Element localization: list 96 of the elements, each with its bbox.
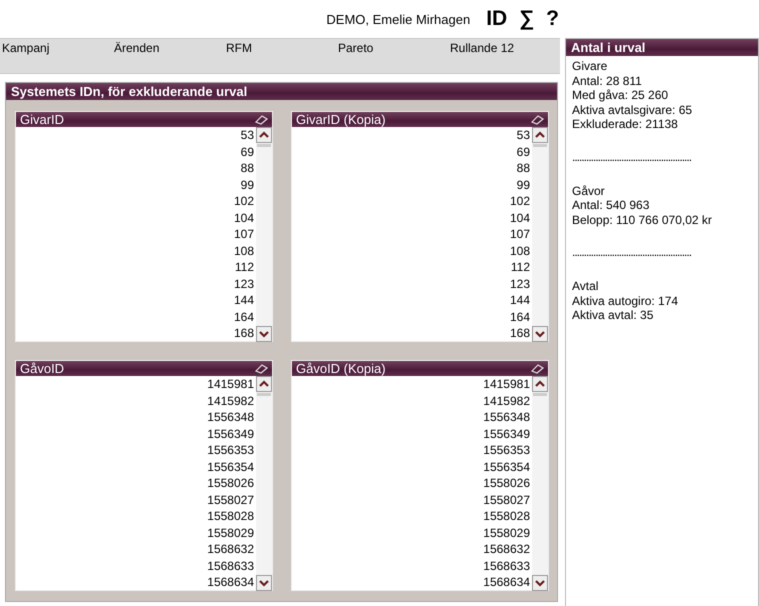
list-item[interactable]: 1556353 bbox=[207, 442, 254, 458]
list-item[interactable]: 1558027 bbox=[483, 492, 530, 508]
list-item[interactable]: 104 bbox=[234, 210, 254, 226]
list-item[interactable]: 69 bbox=[240, 144, 254, 160]
list-item[interactable]: 1568632 bbox=[483, 541, 530, 558]
list-item[interactable]: 1558026 bbox=[207, 475, 254, 492]
list-item[interactable]: 164 bbox=[234, 308, 254, 325]
list-item[interactable]: 123 bbox=[510, 276, 530, 292]
header-icon[interactable]: ∑ bbox=[519, 7, 534, 31]
list-item[interactable]: 1558027 bbox=[207, 492, 254, 508]
header-icon[interactable]: ID bbox=[486, 7, 508, 31]
stat-line: Belopp: 110 766 070,02 kr bbox=[571, 212, 713, 227]
stat-line: Avtal bbox=[571, 279, 600, 294]
list-item[interactable]: 108 bbox=[234, 242, 254, 259]
side-panel-title: Antal i urval bbox=[566, 39, 758, 56]
list-item[interactable]: 99 bbox=[516, 176, 530, 193]
stat-line: Aktiva autogiro: 174 bbox=[571, 294, 680, 308]
list-item[interactable]: 1568634 bbox=[483, 574, 530, 590]
stat-line: Aktiva avtalsgivare: 65 bbox=[571, 102, 694, 117]
scroll-down-icon[interactable] bbox=[259, 330, 269, 338]
list-item[interactable]: 102 bbox=[510, 193, 530, 210]
tab[interactable]: RFM bbox=[224, 39, 336, 73]
list-item[interactable]: 107 bbox=[234, 226, 254, 242]
stat-line: Aktiva avtal: 35 bbox=[571, 308, 654, 322]
list-item[interactable]: 53 bbox=[240, 127, 254, 144]
list-item[interactable]: 164 bbox=[510, 308, 530, 325]
list-item[interactable]: 144 bbox=[234, 292, 254, 308]
list-item[interactable]: 112 bbox=[234, 259, 254, 276]
list-item[interactable]: 99 bbox=[240, 176, 254, 193]
list-item[interactable]: 1568632 bbox=[207, 541, 254, 558]
list-title: GåvoID bbox=[20, 361, 64, 376]
list-item[interactable]: 102 bbox=[234, 193, 254, 210]
list-item[interactable]: 88 bbox=[516, 160, 530, 176]
tab[interactable]: Pareto bbox=[336, 39, 448, 73]
list-item[interactable]: 1556349 bbox=[483, 426, 530, 442]
list-item[interactable]: 1558028 bbox=[207, 508, 254, 524]
scroll-down-icon[interactable] bbox=[259, 578, 269, 586]
list-item[interactable]: 1556349 bbox=[207, 426, 254, 442]
list-item[interactable]: 1556354 bbox=[483, 458, 530, 475]
list-item[interactable]: 168 bbox=[510, 325, 530, 342]
scroll-up-icon[interactable] bbox=[259, 131, 269, 139]
scroll-up-icon[interactable] bbox=[535, 380, 545, 388]
list-item[interactable]: 69 bbox=[516, 144, 530, 160]
scrollbar[interactable] bbox=[256, 376, 272, 590]
list-item[interactable]: 1558028 bbox=[483, 508, 530, 524]
eraser-icon[interactable] bbox=[254, 364, 268, 374]
list-item[interactable]: 123 bbox=[234, 276, 254, 292]
scrollbar[interactable] bbox=[532, 127, 548, 342]
scroll-down-icon[interactable] bbox=[535, 330, 545, 338]
list-title: GåvoID (Kopia) bbox=[296, 361, 386, 376]
stat-line: Antal: 540 963 bbox=[571, 198, 650, 212]
list-item[interactable]: 1556353 bbox=[483, 442, 530, 458]
scroll-up-icon[interactable] bbox=[535, 131, 545, 139]
list-item[interactable]: 53 bbox=[516, 127, 530, 144]
list-item[interactable]: 1568634 bbox=[207, 574, 254, 590]
eraser-icon[interactable] bbox=[530, 114, 544, 124]
list-item[interactable]: 104 bbox=[510, 210, 530, 226]
stat-line: Antal: 28 811 bbox=[571, 74, 643, 88]
scrollbar[interactable] bbox=[532, 376, 548, 590]
stat-line: Gåvor bbox=[571, 184, 606, 198]
user-name: DEMO, Emelie Mirhagen bbox=[326, 12, 470, 26]
scrollbar[interactable] bbox=[256, 127, 272, 342]
list-title: GivarID (Kopia) bbox=[296, 112, 386, 127]
list-item[interactable]: 168 bbox=[234, 325, 254, 342]
list-item[interactable]: 1556354 bbox=[207, 458, 254, 475]
list-item[interactable]: 88 bbox=[240, 160, 254, 176]
list-item[interactable]: 144 bbox=[510, 292, 530, 308]
list-item[interactable]: 1558029 bbox=[207, 524, 254, 541]
stat-line: Exkluderade: 21138 bbox=[571, 117, 679, 132]
eraser-icon[interactable] bbox=[254, 114, 268, 124]
panel-title: Systemets IDn, för exkluderande urval bbox=[6, 83, 557, 100]
tab[interactable]: Rullande 12 bbox=[448, 39, 560, 73]
list-title: GivarID bbox=[20, 112, 64, 127]
scroll-down-icon[interactable] bbox=[535, 578, 545, 586]
header-icon[interactable]: ? bbox=[546, 7, 559, 31]
list-item[interactable]: 112 bbox=[510, 259, 530, 276]
eraser-icon[interactable] bbox=[530, 364, 544, 374]
dotted-separator: ................................................... bbox=[571, 244, 692, 261]
list-item[interactable]: 1415982 bbox=[483, 392, 530, 409]
dotted-separator: ................................................... bbox=[571, 148, 692, 166]
list-item[interactable]: 1558026 bbox=[483, 475, 530, 492]
tab[interactable]: Kampanj bbox=[0, 39, 112, 73]
list-item[interactable]: 1558029 bbox=[483, 524, 530, 541]
list-item[interactable]: 1415981 bbox=[207, 376, 254, 392]
list-item[interactable]: 1556348 bbox=[483, 409, 530, 426]
scroll-up-icon[interactable] bbox=[259, 380, 269, 388]
tab[interactable]: Ärenden bbox=[112, 39, 224, 73]
list-item[interactable]: 1556348 bbox=[207, 409, 254, 426]
list-item[interactable]: 1568633 bbox=[207, 558, 254, 574]
list-item[interactable]: 1415981 bbox=[483, 376, 530, 392]
list-item[interactable]: 1415982 bbox=[207, 392, 254, 409]
list-item[interactable]: 108 bbox=[510, 242, 530, 259]
list-item[interactable]: 107 bbox=[510, 226, 530, 242]
stat-line: Med gåva: 25 260 bbox=[571, 88, 670, 102]
list-item[interactable]: 1568633 bbox=[483, 558, 530, 574]
stat-line: Givare bbox=[571, 59, 608, 74]
